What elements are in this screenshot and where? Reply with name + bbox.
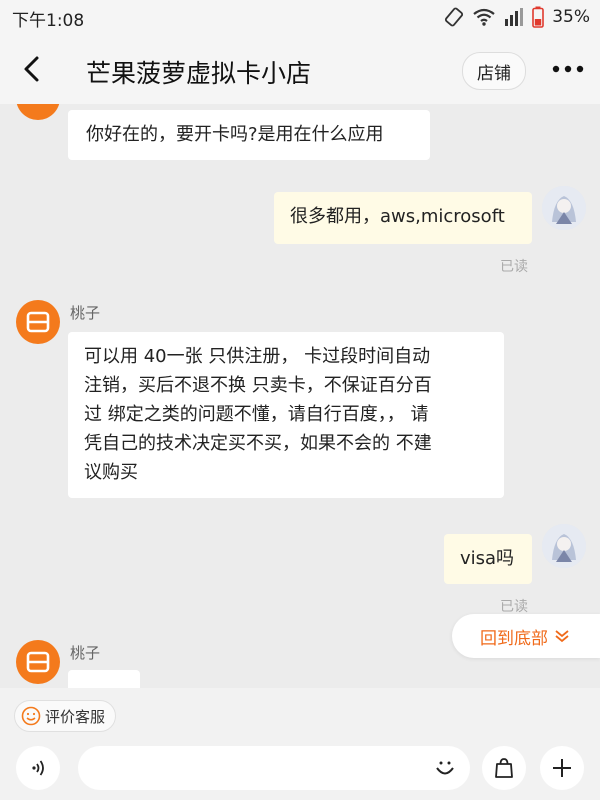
message-bubble [68, 670, 140, 688]
back-arrow-icon [24, 56, 39, 82]
my-message-bubble: visa吗 [444, 534, 532, 584]
status-bar: 下午1:08 35% [0, 0, 600, 34]
my-message-bubble: 很多都用，aws,microsoft [274, 192, 532, 244]
battery-level: 35% [552, 7, 590, 27]
sender-name: 桃子 [70, 304, 101, 322]
message-bubble: 可以用 40一张 只供注册， 卡过段时间自动 注销，买后不退不换 只卖卡，不保证… [68, 332, 504, 498]
chat-header: 芒果菠萝虚拟卡小店 店铺 [0, 34, 600, 104]
shop-avatar[interactable] [16, 640, 60, 684]
double-chevron-down-icon [555, 630, 569, 643]
user-avatar-image [542, 524, 586, 568]
rotate-icon [445, 7, 464, 27]
read-status: 已读 [500, 599, 528, 615]
message-line: 凭自己的技术决定买不买，如果不会的 不建 [84, 433, 432, 454]
add-button[interactable] [540, 746, 584, 790]
shopping-bag-icon [495, 758, 513, 778]
message-input[interactable] [78, 746, 470, 790]
rate-service-label: 评价客服 [45, 707, 106, 726]
input-bar [0, 740, 600, 800]
message-line: 议购买 [84, 462, 138, 483]
rate-service-button[interactable]: 评价客服 [14, 700, 117, 732]
message-line: 注销，买后不退不换 只卖卡，不保证百分百 [84, 375, 432, 396]
shop-logo-icon [26, 651, 50, 673]
shop-logo-icon [26, 311, 50, 333]
read-status: 已读 [500, 259, 528, 275]
voice-icon [32, 760, 44, 776]
voice-button[interactable] [16, 746, 60, 790]
more-button[interactable] [548, 54, 588, 84]
message-text: visa吗 [460, 548, 515, 569]
status-time: 下午1:08 [12, 11, 85, 31]
quick-action-bar: 评价客服 [0, 688, 600, 740]
back-button[interactable] [16, 52, 48, 86]
message-text: 你好在的，要开卡吗?是用在什么应用 [86, 124, 384, 145]
shop-bag-button[interactable] [482, 746, 526, 790]
chat-area[interactable]: 你好在的，要开卡吗?是用在什么应用 很多都用，aws,microsoft 已读 … [0, 104, 600, 688]
page-title: 芒果菠萝虚拟卡小店 [86, 59, 312, 88]
emoji-icon [436, 761, 454, 775]
user-avatar[interactable] [542, 524, 586, 568]
signal-icon [505, 8, 524, 26]
emoji-button[interactable] [430, 753, 460, 783]
message-line: 可以用 40一张 只供注册， 卡过段时间自动 [84, 346, 431, 367]
plus-icon [553, 759, 571, 777]
store-button[interactable]: 店铺 [462, 52, 526, 90]
shop-avatar[interactable] [16, 300, 60, 344]
more-dots-icon [552, 65, 584, 73]
scroll-to-bottom-button[interactable]: 回到底部 [452, 614, 600, 658]
user-avatar[interactable] [542, 186, 586, 230]
smiley-icon [21, 706, 41, 726]
battery-icon [532, 6, 545, 28]
shop-avatar[interactable] [16, 104, 60, 120]
message-line: 过 绑定之类的问题不懂，请自行百度，， 请 [84, 404, 429, 425]
user-avatar-image [542, 186, 586, 230]
message-bubble: 你好在的，要开卡吗?是用在什么应用 [68, 110, 430, 160]
scroll-to-bottom-label: 回到底部 [480, 628, 548, 649]
wifi-icon [473, 8, 495, 26]
sender-name: 桃子 [70, 644, 101, 662]
status-icons: 35% [444, 6, 590, 28]
message-text: 很多都用，aws,microsoft [290, 206, 505, 227]
